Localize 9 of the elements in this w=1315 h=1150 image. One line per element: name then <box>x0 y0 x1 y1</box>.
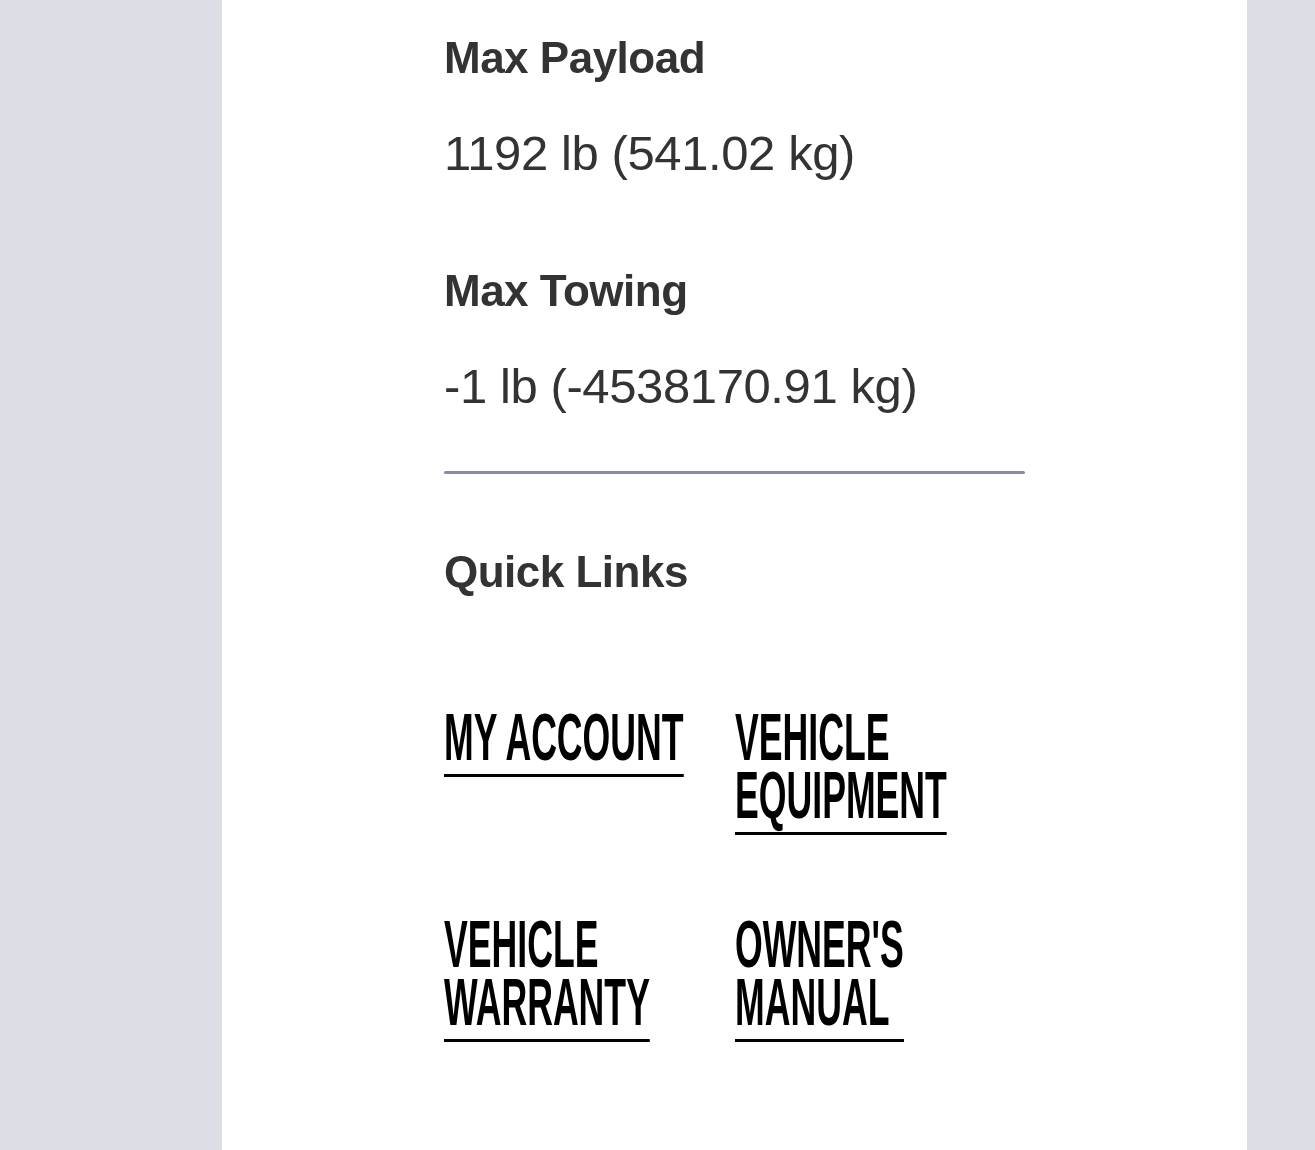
quick-link[interactable]: VEHICLE EQUIPMENT <box>735 708 947 835</box>
spec-label: Max Payload <box>444 32 706 84</box>
quick-link[interactable]: VEHICLE WARRANTY <box>444 915 650 1042</box>
section-heading: Quick Links <box>444 546 688 598</box>
spec-value: -1 lb (-4538170.91 kg) <box>444 358 918 414</box>
quick-link[interactable]: MY ACCOUNT <box>444 708 684 777</box>
spec-label: Max Towing <box>444 265 688 317</box>
quick-link[interactable]: OWNER'S MANUAL <box>735 915 904 1042</box>
spec-value: 1192 lb (541.02 kg) <box>444 125 855 181</box>
